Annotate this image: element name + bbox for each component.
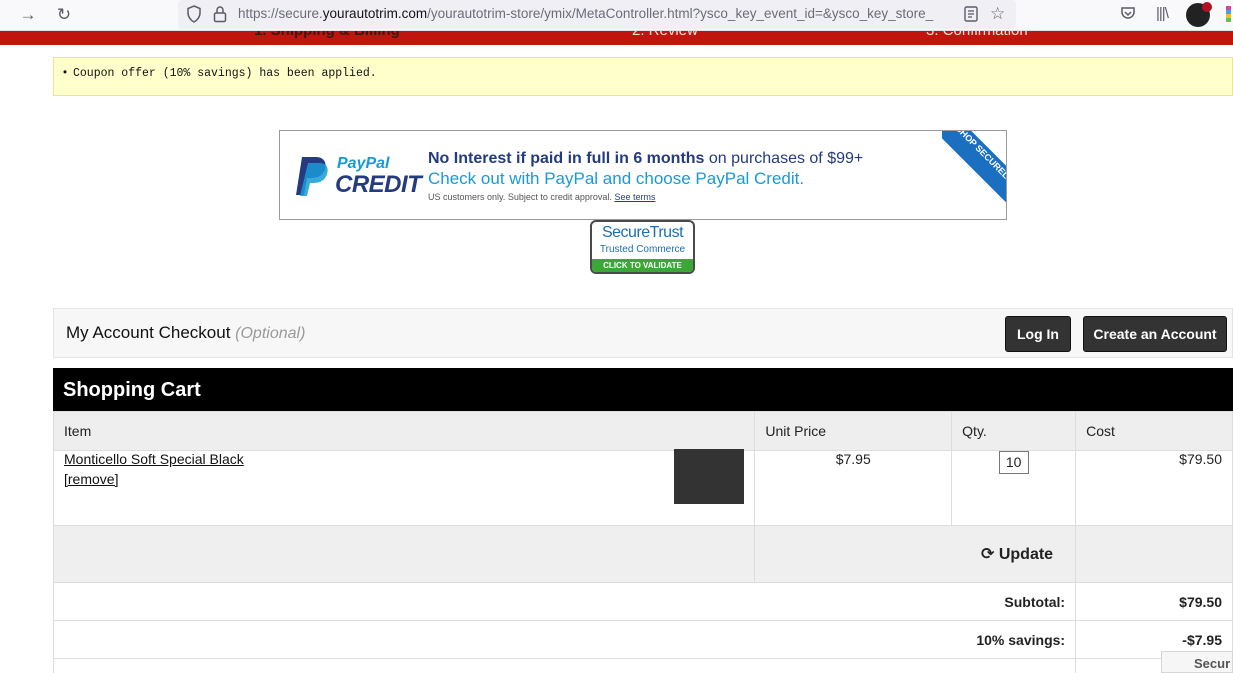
paypal-logo-icon (296, 157, 328, 196)
table-row: Monticello Soft Special Black [remove] $… (52, 449, 1233, 526)
shopping-cart-header: Shopping Cart (53, 368, 1233, 411)
subtotal-label: Subtotal: (52, 582, 1077, 621)
update-row: ⟳ Update (52, 525, 1233, 583)
unit-price-cell: $7.95 (754, 450, 953, 526)
item-cell: Monticello Soft Special Black [remove] (52, 449, 756, 526)
total-label: Total: (52, 658, 1077, 673)
paypal-credit-banner[interactable]: PayPal CREDIT No Interest if paid in ful… (279, 130, 1007, 220)
savings-row: 10% savings: -$7.95 (52, 620, 1233, 659)
savings-label: 10% savings: (52, 620, 1077, 659)
log-in-button[interactable]: Log In (1005, 316, 1071, 352)
cart-table: Item Unit Price Qty. Cost Monticello Sof… (52, 411, 1233, 673)
coupon-message: Coupon offer (10% savings) has been appl… (63, 67, 377, 80)
refresh-icon: ⟳ (980, 546, 995, 563)
bookmark-star-icon[interactable]: ☆ (990, 4, 1005, 24)
column-cost: Cost (1075, 411, 1233, 451)
lock-icon[interactable] (213, 5, 227, 23)
product-thumbnail[interactable] (674, 449, 745, 504)
optional-label: (Optional) (235, 325, 306, 342)
account-avatar[interactable] (1186, 2, 1212, 27)
subtotal-row: Subtotal: $79.50 (52, 582, 1233, 621)
secure-tab[interactable]: Secur (1161, 651, 1233, 673)
paypal-brand-bottom: CREDIT (335, 171, 422, 198)
cart-header-row: Item Unit Price Qty. Cost (52, 411, 1233, 451)
shop-securely-ribbon: SHOP SECURELY (942, 131, 1006, 209)
coupon-notice: Coupon offer (10% savings) has been appl… (53, 57, 1233, 96)
create-account-button[interactable]: Create an Account (1083, 316, 1227, 352)
paypal-disclaimer: US customers only. Subject to credit app… (428, 192, 656, 202)
cart-title: Shopping Cart (63, 379, 201, 401)
step-shipping: 1. Shipping & Billing (254, 31, 400, 39)
account-checkout-title: My Account Checkout (Optional) (66, 323, 306, 342)
column-unit-price: Unit Price (754, 411, 953, 451)
url-text[interactable]: https://secure.yourautotrim.com/yourauto… (238, 6, 958, 21)
remove-link[interactable]: [remove] (64, 471, 118, 487)
column-qty: Qty. (951, 411, 1077, 451)
tracking-shield-icon[interactable] (186, 5, 202, 23)
update-button[interactable]: ⟳ Update (981, 546, 1053, 563)
subtotal-value: $79.50 (1075, 582, 1233, 621)
address-bar[interactable]: https://secure.yourautotrim.com/yourauto… (178, 0, 1016, 29)
column-item: Item (52, 411, 756, 451)
see-terms-link[interactable]: See terms (614, 192, 655, 202)
reader-view-icon[interactable] (964, 6, 978, 22)
securetrust-title: SecureTrust (601, 224, 684, 241)
browser-toolbar: → ↻ https://secure.yourautotrim.com/your… (0, 0, 1233, 31)
step-confirmation: 3. Confirmation (926, 31, 1028, 39)
account-checkout-bar: My Account Checkout (Optional) Log In Cr… (53, 308, 1233, 358)
paypal-offer-line: No Interest if paid in full in 6 months … (428, 150, 864, 167)
step-review: 2. Review (632, 31, 698, 39)
total-row: Total: (52, 658, 1233, 673)
paypal-checkout-line: Check out with PayPal and choose PayPal … (428, 169, 805, 188)
securetrust-subtitle: Trusted Commerce (599, 244, 686, 255)
pocket-icon[interactable] (1120, 5, 1136, 21)
extension-icon[interactable] (1226, 6, 1231, 22)
qty-cell: 10 (951, 450, 1077, 526)
quantity-input[interactable]: 10 (998, 451, 1029, 474)
validate-button[interactable]: CLICK TO VALIDATE (592, 259, 693, 272)
library-icon[interactable]: |||\ (1156, 5, 1169, 22)
reload-icon[interactable]: ↻ (52, 4, 76, 26)
cost-cell: $79.50 (1075, 450, 1233, 526)
checkout-steps: 1. Shipping & Billing 2. Review 3. Confi… (0, 31, 1233, 45)
product-link[interactable]: Monticello Soft Special Black (64, 451, 244, 467)
securetrust-badge[interactable]: SecureTrust Trusted Commerce CLICK TO VA… (590, 220, 695, 274)
forward-icon[interactable]: → (16, 4, 40, 26)
